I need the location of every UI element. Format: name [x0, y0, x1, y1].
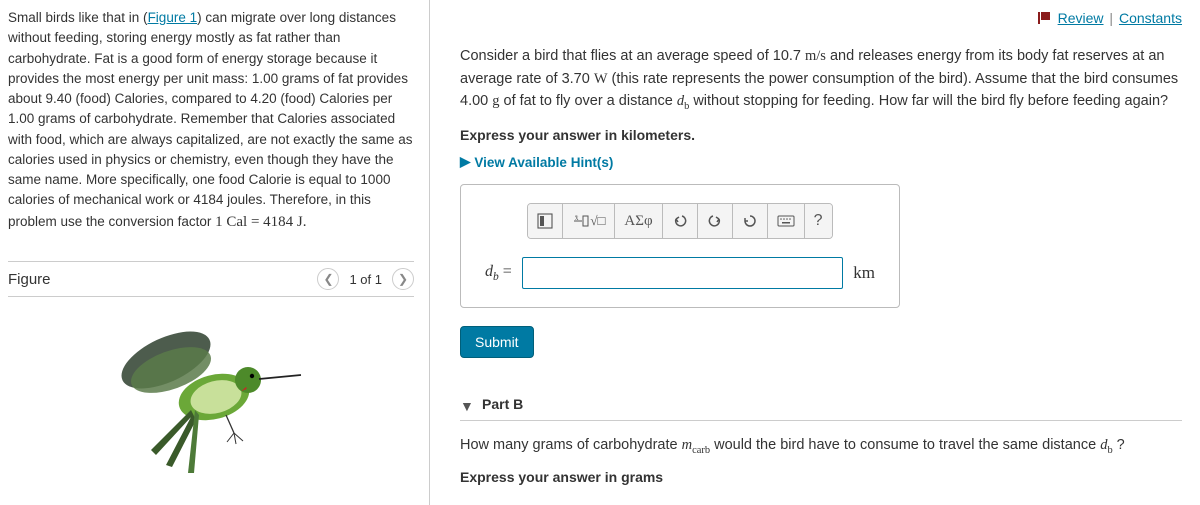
fraction-button[interactable]: xᵃ √□: [563, 204, 615, 238]
template-icon: [537, 213, 553, 229]
redo-icon: [707, 213, 723, 229]
figure-title: Figure: [8, 271, 51, 288]
part-a-prompt: Consider a bird that flies at an average…: [460, 45, 1182, 115]
svg-text:ᵃ: ᵃ: [575, 213, 578, 221]
keyboard-icon: [777, 214, 795, 228]
hummingbird-icon: [96, 325, 326, 475]
part-b-section: ▼ Part B How many grams of carbohydrate …: [460, 392, 1182, 485]
figure-next-button[interactable]: ❯: [392, 268, 414, 290]
greek-button[interactable]: ΑΣφ: [615, 204, 662, 238]
fraction-icon: xᵃ: [572, 212, 590, 230]
top-links: Review | Constants: [460, 10, 1182, 27]
keyboard-button[interactable]: [768, 204, 805, 238]
figure-prev-button[interactable]: ❮: [317, 268, 339, 290]
equation-toolbar: xᵃ √□ ΑΣφ ?: [527, 203, 832, 239]
intro-paragraph: Small birds like that in (Figure 1) can …: [8, 8, 414, 233]
part-b-instruction: Express your answer in grams: [460, 469, 1182, 485]
submit-button[interactable]: Submit: [460, 326, 534, 358]
reset-button[interactable]: [733, 204, 768, 238]
undo-button[interactable]: [663, 204, 698, 238]
question-panel: Review | Constants Consider a bird that …: [430, 0, 1200, 505]
part-b-prompt: How many grams of carbohydrate mcarb wou…: [460, 435, 1182, 459]
reset-icon: [742, 213, 758, 229]
caret-down-icon: ▼: [460, 398, 474, 414]
figure-counter: 1 of 1: [345, 272, 386, 287]
figure-image: [8, 315, 414, 478]
context-panel: Small birds like that in (Figure 1) can …: [0, 0, 430, 505]
part-b-header[interactable]: ▼ Part B: [460, 392, 1182, 421]
figure-nav: ❮ 1 of 1 ❯: [317, 268, 414, 290]
review-link[interactable]: Review: [1058, 10, 1104, 26]
templates-button[interactable]: [528, 204, 563, 238]
figure-section: Figure ❮ 1 of 1 ❯: [8, 261, 414, 478]
answer-lhs: db =: [485, 263, 512, 283]
part-a-instruction: Express your answer in kilometers.: [460, 127, 1182, 143]
view-hints-toggle[interactable]: ▶ View Available Hint(s): [460, 154, 613, 170]
caret-right-icon: ▶: [460, 154, 470, 170]
answer-panel: xᵃ √□ ΑΣφ ? db: [460, 184, 900, 308]
conversion-factor: 1 Cal = 4184 J.: [215, 214, 306, 230]
answer-input[interactable]: [522, 257, 843, 289]
constants-link[interactable]: Constants: [1119, 10, 1182, 26]
redo-button[interactable]: [698, 204, 733, 238]
answer-unit: km: [853, 263, 875, 283]
undo-icon: [672, 213, 688, 229]
flag-icon[interactable]: [1038, 11, 1052, 27]
help-button[interactable]: ?: [805, 204, 832, 238]
figure-link[interactable]: Figure 1: [148, 10, 198, 25]
